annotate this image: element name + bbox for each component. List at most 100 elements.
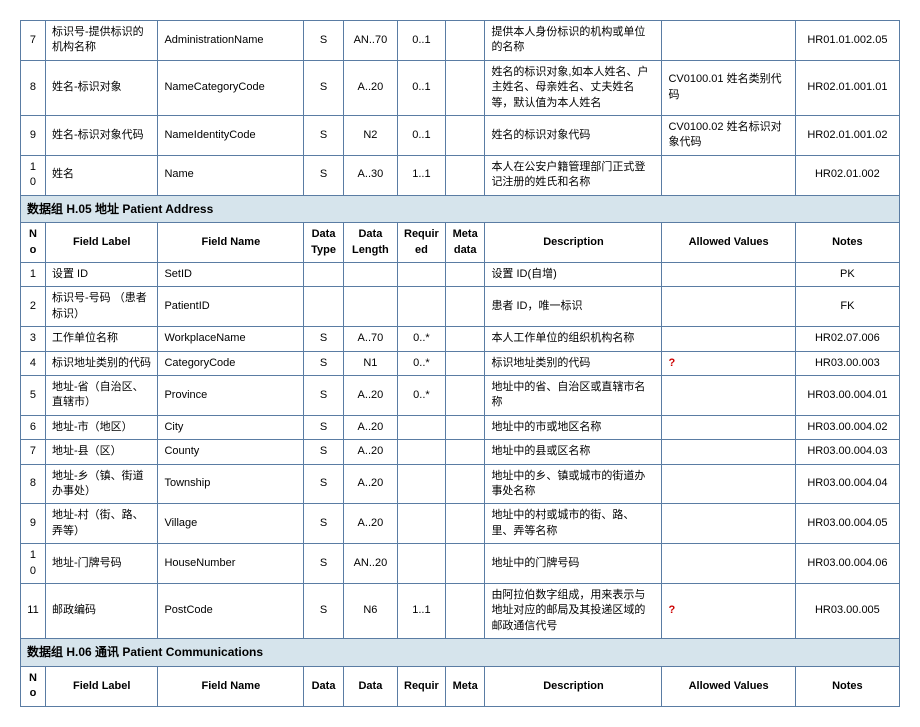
table-row: 9姓名-标识对象代码NameIdentityCodeSN20..1姓名的标识对象… [21, 115, 900, 155]
cell [445, 504, 485, 544]
cell: PatientID [158, 287, 304, 327]
column-header: Allowed Values [662, 223, 795, 263]
cell: Name [158, 155, 304, 195]
cell: 标识号-号码 （患者标识） [45, 287, 157, 327]
cell: A..70 [343, 327, 397, 351]
cell [445, 263, 485, 287]
cell: 地址-市（地区） [45, 415, 157, 439]
cell: S [304, 504, 344, 544]
cell: A..20 [343, 464, 397, 504]
cell: A..20 [343, 415, 397, 439]
cell: N1 [343, 351, 397, 375]
cell [343, 287, 397, 327]
cell [304, 287, 344, 327]
cell: S [304, 544, 344, 584]
cell: 9 [21, 115, 46, 155]
cell [445, 327, 485, 351]
cell [662, 504, 795, 544]
cell: WorkplaceName [158, 327, 304, 351]
column-header: Data [304, 666, 344, 706]
cell: 8 [21, 464, 46, 504]
cell: 4 [21, 351, 46, 375]
cell [662, 544, 795, 584]
table-row: 1设置 IDSetID设置 ID(自增)PK [21, 263, 900, 287]
cell: S [304, 21, 344, 61]
cell: HR03.00.003 [795, 351, 899, 375]
cell: A..20 [343, 376, 397, 416]
cell [662, 155, 795, 195]
cell: HR02.07.006 [795, 327, 899, 351]
cell: 10 [21, 155, 46, 195]
cell [397, 440, 445, 464]
cell: 0..1 [397, 21, 445, 61]
cell [397, 544, 445, 584]
cell: S [304, 115, 344, 155]
cell: 标识地址类别的代码 [485, 351, 662, 375]
cell: 本人在公安户籍管理部门正式登记注册的姓氏和名称 [485, 155, 662, 195]
cell: 姓名的标识对象,如本人姓名、户主姓名、母亲姓名、丈夫姓名等，默认值为本人姓名 [485, 60, 662, 115]
cell: A..20 [343, 504, 397, 544]
cell: 11 [21, 583, 46, 638]
cell: 患者 ID，唯一标识 [485, 287, 662, 327]
cell [397, 415, 445, 439]
cell [445, 21, 485, 61]
cell: 8 [21, 60, 46, 115]
column-header: Description [485, 666, 662, 706]
cell: HR02.01.002 [795, 155, 899, 195]
cell: 地址中的省、自治区或直辖市名称 [485, 376, 662, 416]
column-header: Notes [795, 666, 899, 706]
cell [445, 155, 485, 195]
cell [662, 287, 795, 327]
cell [445, 351, 485, 375]
cell [662, 21, 795, 61]
cell [662, 327, 795, 351]
cell: 地址中的门牌号码 [485, 544, 662, 584]
cell: HR03.00.004.02 [795, 415, 899, 439]
column-header: Meta [445, 666, 485, 706]
cell [397, 504, 445, 544]
cell: HouseNumber [158, 544, 304, 584]
cell: 7 [21, 440, 46, 464]
cell: 0..1 [397, 115, 445, 155]
column-header: No [21, 666, 46, 706]
cell: 姓名的标识对象代码 [485, 115, 662, 155]
cell [662, 415, 795, 439]
table-row: 11邮政编码PostCodeSN61..1由阿拉伯数字组成，用来表示与地址对应的… [21, 583, 900, 638]
cell: CV0100.01 姓名类别代码 [662, 60, 795, 115]
cell: 地址-门牌号码 [45, 544, 157, 584]
cell: CV0100.02 姓名标识对象代码 [662, 115, 795, 155]
cell: CategoryCode [158, 351, 304, 375]
column-header: Allowed Values [662, 666, 795, 706]
cell: Township [158, 464, 304, 504]
cell: 由阿拉伯数字组成，用来表示与地址对应的邮局及其投递区域的邮政通信代号 [485, 583, 662, 638]
cell: 姓名-标识对象代码 [45, 115, 157, 155]
cell [397, 464, 445, 504]
table-row: 8姓名-标识对象NameCategoryCodeSA..200..1姓名的标识对… [21, 60, 900, 115]
cell: FK [795, 287, 899, 327]
cell: 提供本人身份标识的机构或单位的名称 [485, 21, 662, 61]
column-header: Data Length [343, 223, 397, 263]
cell: A..30 [343, 155, 397, 195]
cell: HR03.00.004.04 [795, 464, 899, 504]
cell: 0..1 [397, 60, 445, 115]
table-row: 3工作单位名称WorkplaceNameSA..700..*本人工作单位的组织机… [21, 327, 900, 351]
column-header: Data Type [304, 223, 344, 263]
cell: HR02.01.001.01 [795, 60, 899, 115]
cell: S [304, 327, 344, 351]
cell [445, 60, 485, 115]
cell: AdministrationName [158, 21, 304, 61]
cell: HR03.00.005 [795, 583, 899, 638]
column-header: Meta data [445, 223, 485, 263]
table-row: 4标识地址类别的代码CategoryCodeSN10..*标识地址类别的代码?H… [21, 351, 900, 375]
cell: 标识号-提供标识的机构名称 [45, 21, 157, 61]
cell: S [304, 60, 344, 115]
cell: HR03.00.004.05 [795, 504, 899, 544]
cell: 设置 ID [45, 263, 157, 287]
cell [397, 263, 445, 287]
cell: County [158, 440, 304, 464]
column-header: No [21, 223, 46, 263]
cell: HR02.01.001.02 [795, 115, 899, 155]
cell: AN..70 [343, 21, 397, 61]
cell: 6 [21, 415, 46, 439]
cell [662, 263, 795, 287]
